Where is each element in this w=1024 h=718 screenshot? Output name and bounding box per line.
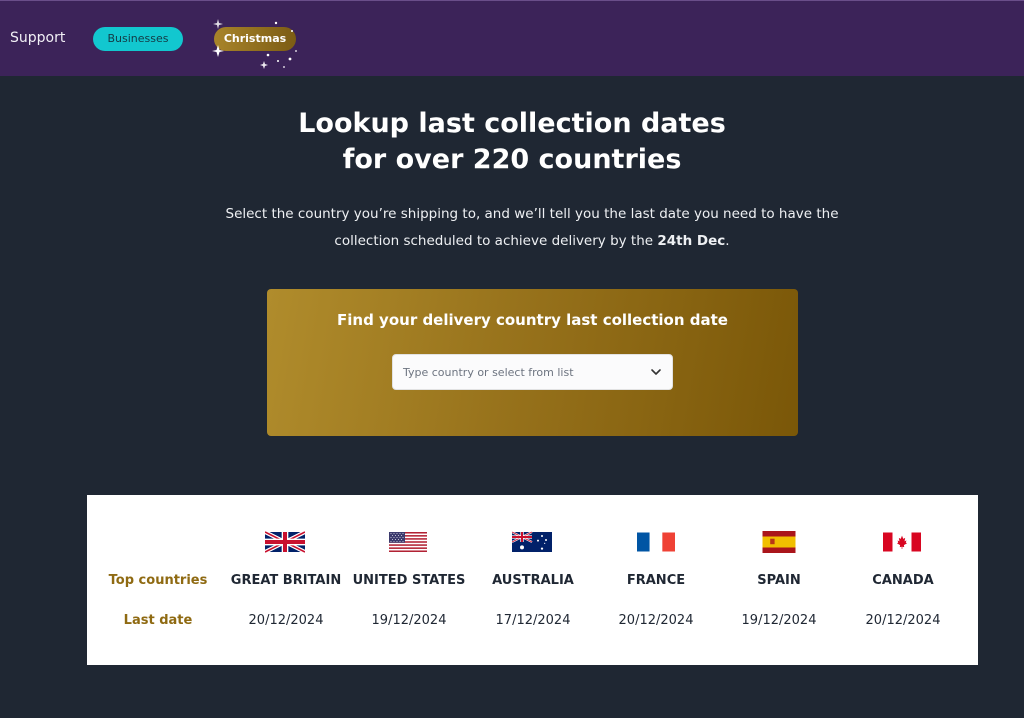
subtitle-line-1: Select the country you’re shipping to, a…	[225, 206, 839, 222]
country-date-spain: 19/12/2024	[741, 613, 817, 628]
finder-title: Find your delivery country last collecti…	[337, 311, 728, 329]
country-name-france[interactable]: FRANCE	[586, 573, 726, 588]
title-line-2: for over 220 countries	[342, 144, 682, 175]
country-select-placeholder: Type country or select from list	[403, 366, 574, 379]
us-flag-icon	[389, 532, 427, 552]
subtitle-suffix: .	[725, 233, 730, 249]
top-countries-label: Top countries	[108, 573, 208, 588]
christmas-button[interactable]: Christmas	[214, 27, 296, 51]
businesses-button[interactable]: Businesses	[93, 27, 183, 51]
uk-flag-icon	[265, 531, 305, 553]
subtitle-deadline: 24th Dec	[657, 233, 726, 249]
country-date-united-states: 19/12/2024	[371, 613, 447, 628]
france-flag-icon	[637, 532, 675, 552]
page-subtitle: Select the country you’re shipping to, a…	[212, 201, 852, 255]
country-date-great-britain: 20/12/2024	[248, 613, 324, 628]
country-finder-panel: Find your delivery country last collecti…	[267, 289, 798, 436]
top-countries-table: Top countries Last date GREAT BRITAIN 20…	[87, 495, 978, 665]
canada-flag-icon	[883, 532, 921, 552]
title-line-1: Lookup last collection dates	[298, 108, 726, 139]
chevron-down-icon[interactable]	[650, 367, 662, 377]
australia-flag-icon	[512, 531, 552, 552]
country-name-united-states[interactable]: UNITED STATES	[339, 573, 479, 588]
country-name-great-britain[interactable]: GREAT BRITAIN	[216, 573, 356, 588]
country-date-australia: 17/12/2024	[495, 613, 571, 628]
country-date-france: 20/12/2024	[618, 613, 694, 628]
country-select[interactable]: Type country or select from list	[392, 354, 673, 390]
country-name-canada[interactable]: CANADA	[833, 573, 973, 588]
nav-support-link[interactable]: Support	[10, 30, 65, 46]
last-date-label: Last date	[123, 613, 193, 628]
spain-flag-icon	[762, 531, 796, 553]
country-name-spain[interactable]: SPAIN	[709, 573, 849, 588]
top-nav-bar: Support Businesses Christmas	[0, 0, 1024, 76]
country-date-canada: 20/12/2024	[865, 613, 941, 628]
subtitle-line-2: collection scheduled to achieve delivery…	[334, 233, 658, 249]
page-title: Lookup last collection dates for over 22…	[0, 106, 1024, 178]
country-name-australia[interactable]: AUSTRALIA	[463, 573, 603, 588]
